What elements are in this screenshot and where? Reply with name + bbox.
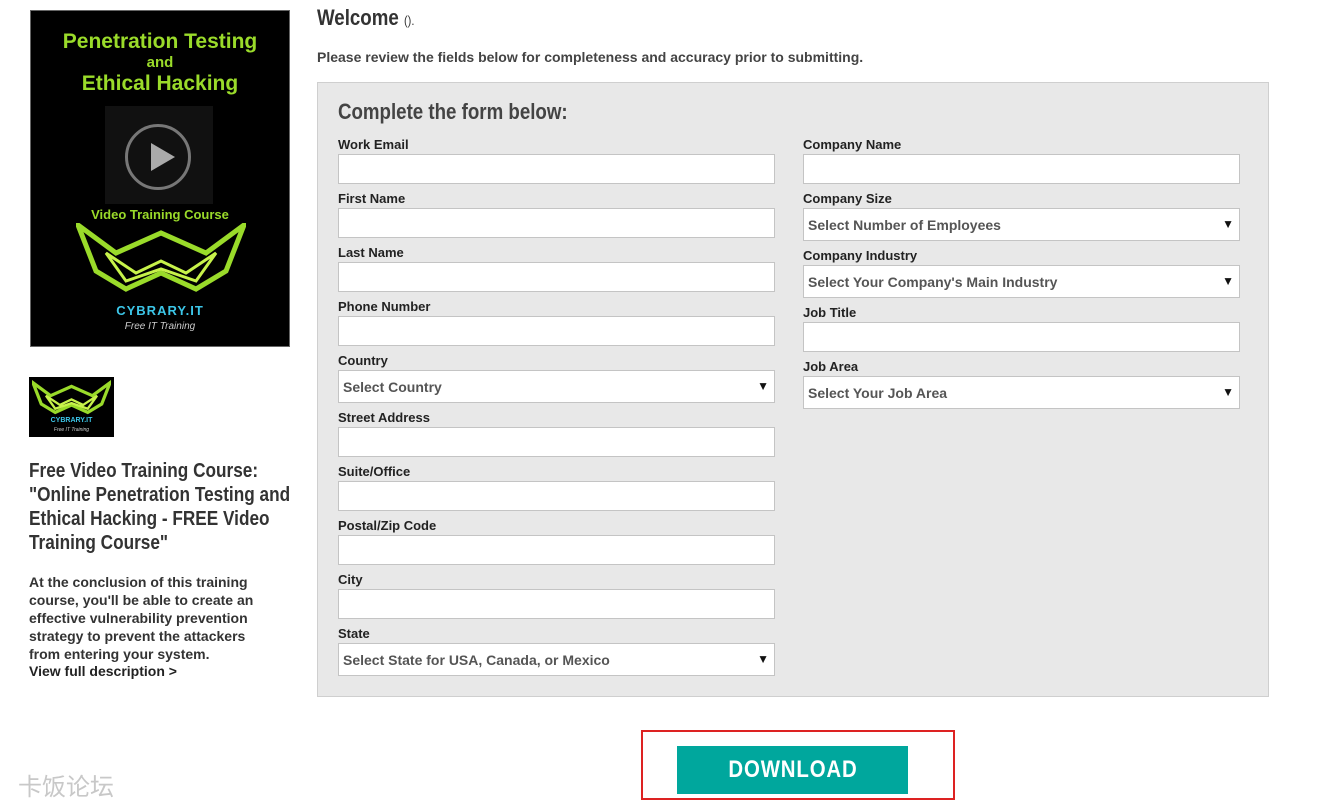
phone-number-input[interactable] — [338, 316, 775, 346]
chevron-down-icon: ▼ — [1222, 274, 1234, 288]
form-heading: Complete the form below: — [338, 99, 568, 124]
job-title-label: Job Title — [803, 305, 857, 320]
job-area-label: Job Area — [803, 359, 859, 374]
course-promo-image[interactable]: Penetration Testing and Ethical Hacking … — [30, 10, 290, 347]
postal-code-label: Postal/Zip Code — [338, 518, 437, 533]
welcome-text: Welcome — [317, 5, 399, 30]
first-name-input[interactable] — [338, 208, 775, 238]
last-name-label: Last Name — [338, 245, 404, 260]
promo-tagline: Free IT Training — [124, 321, 196, 332]
country-label: Country — [338, 353, 388, 368]
city-input[interactable] — [338, 589, 775, 619]
promo-brand: CYBRARY.IT — [116, 303, 204, 318]
company-name-input[interactable] — [803, 154, 1240, 184]
play-icon — [125, 124, 191, 190]
course-thumbnail[interactable]: CYBRARY.IT Free IT Training — [29, 377, 114, 437]
chevron-down-icon: ▼ — [757, 652, 769, 666]
work-email-label: Work Email — [338, 137, 409, 152]
watermark: 卡饭论坛 — [18, 773, 114, 801]
company-size-select-value: Select Number of Employees — [808, 217, 1001, 233]
country-select[interactable]: Select Country ▼ — [338, 370, 775, 403]
chevron-down-icon: ▼ — [1222, 385, 1234, 399]
registration-form: Complete the form below: Work Email Firs… — [317, 82, 1269, 697]
promo-title-line1: Penetration Testing — [62, 30, 258, 53]
state-select-value: Select State for USA, Canada, or Mexico — [343, 652, 610, 668]
review-instructions: Please review the fields below for compl… — [317, 49, 864, 65]
chevron-down-icon: ▼ — [1222, 217, 1234, 231]
view-full-description-link[interactable]: View full description > — [29, 663, 177, 679]
promo-title-and: and — [146, 54, 174, 71]
postal-code-input[interactable] — [338, 535, 775, 565]
company-name-label: Company Name — [803, 137, 902, 152]
thumb-tagline: Free IT Training — [53, 427, 90, 433]
street-address-input[interactable] — [338, 427, 775, 457]
job-title-input[interactable] — [803, 322, 1240, 352]
state-select[interactable]: Select State for USA, Canada, or Mexico … — [338, 643, 775, 676]
promo-title: Penetration Testing and Ethical Hacking — [31, 31, 289, 95]
city-label: City — [338, 572, 363, 587]
suite-office-label: Suite/Office — [338, 464, 411, 479]
job-area-select-value: Select Your Job Area — [808, 385, 948, 401]
company-size-select[interactable]: Select Number of Employees ▼ — [803, 208, 1240, 241]
chevron-down-icon: ▼ — [757, 379, 769, 393]
video-play-button[interactable] — [105, 106, 213, 204]
country-select-value: Select Country — [343, 379, 442, 395]
welcome-heading: Welcome (). — [317, 5, 414, 31]
company-industry-label: Company Industry — [803, 248, 918, 263]
welcome-name: (). — [403, 13, 415, 28]
company-size-label: Company Size — [803, 191, 892, 206]
download-button-label: DOWNLOAD — [727, 756, 858, 783]
work-email-input[interactable] — [338, 154, 775, 184]
phone-number-label: Phone Number — [338, 299, 431, 314]
state-label: State — [338, 626, 370, 641]
street-address-label: Street Address — [338, 410, 430, 425]
promo-subtitle: Video Training Course — [91, 207, 229, 222]
job-area-select[interactable]: Select Your Job Area ▼ — [803, 376, 1240, 409]
company-industry-select[interactable]: Select Your Company's Main Industry ▼ — [803, 265, 1240, 298]
promo-title-line2: Ethical Hacking — [81, 72, 239, 95]
download-button[interactable]: DOWNLOAD — [677, 746, 908, 794]
first-name-label: First Name — [338, 191, 406, 206]
cybrary-logo-icon — [76, 223, 246, 292]
thumb-brand: CYBRARY.IT — [50, 417, 93, 424]
course-title: Free Video Training Course: "Online Pene… — [29, 460, 291, 554]
last-name-input[interactable] — [338, 262, 775, 292]
course-description: At the conclusion of this training cours… — [29, 574, 254, 662]
cybrary-logo-icon — [32, 380, 111, 415]
company-industry-select-value: Select Your Company's Main Industry — [808, 274, 1058, 290]
suite-office-input[interactable] — [338, 481, 775, 511]
